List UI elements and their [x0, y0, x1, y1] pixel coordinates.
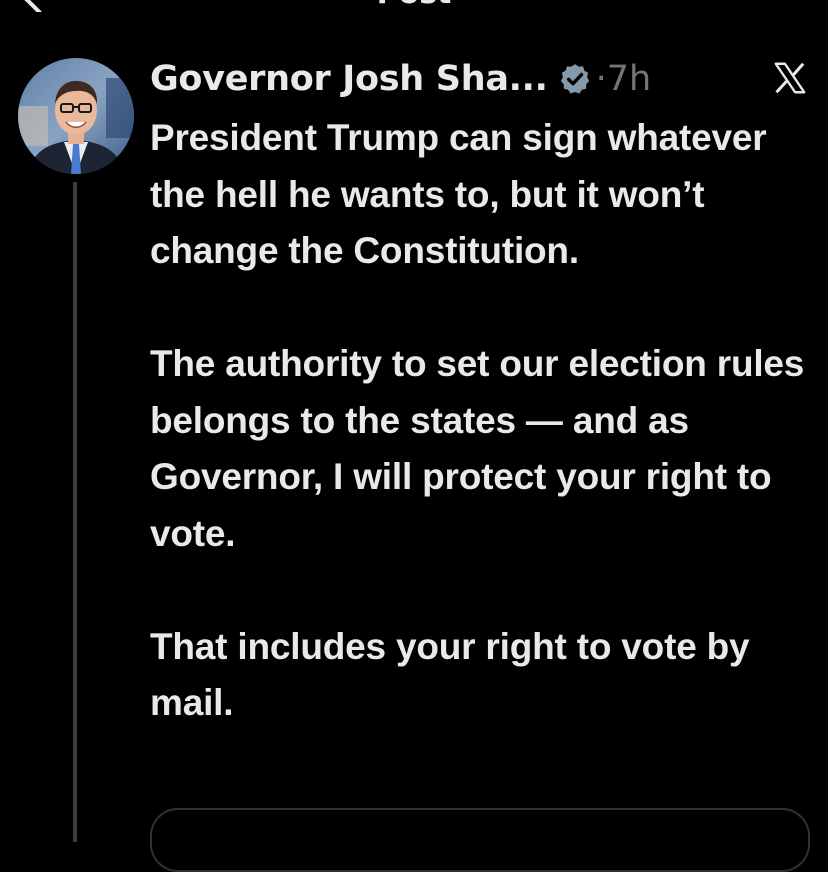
meta-separator: · — [595, 59, 607, 99]
author-name[interactable]: Governor Josh Sha... — [150, 59, 548, 99]
author-avatar[interactable] — [18, 58, 134, 174]
page-title: Post — [0, 0, 828, 11]
verified-badge-icon[interactable] — [558, 62, 592, 96]
post-timestamp[interactable]: 7h — [607, 59, 651, 99]
quoted-card[interactable] — [150, 808, 810, 872]
tweet-paragraph-3: That includes your right to vote by mail… — [150, 625, 750, 724]
tweet-paragraph-1: President Trump can sign whatever the he… — [150, 117, 767, 271]
tweet-header: Governor Josh Sha... · 7h — [150, 56, 651, 102]
top-navigation-bar: Post — [0, 0, 828, 12]
tweet-body: President Trump can sign whatever the he… — [150, 110, 820, 732]
thread-connector-line — [73, 182, 77, 842]
avatar-photo — [18, 58, 134, 174]
x-logo-icon — [774, 62, 806, 94]
tweet-paragraph-2: The authority to set our election rules … — [150, 343, 805, 554]
